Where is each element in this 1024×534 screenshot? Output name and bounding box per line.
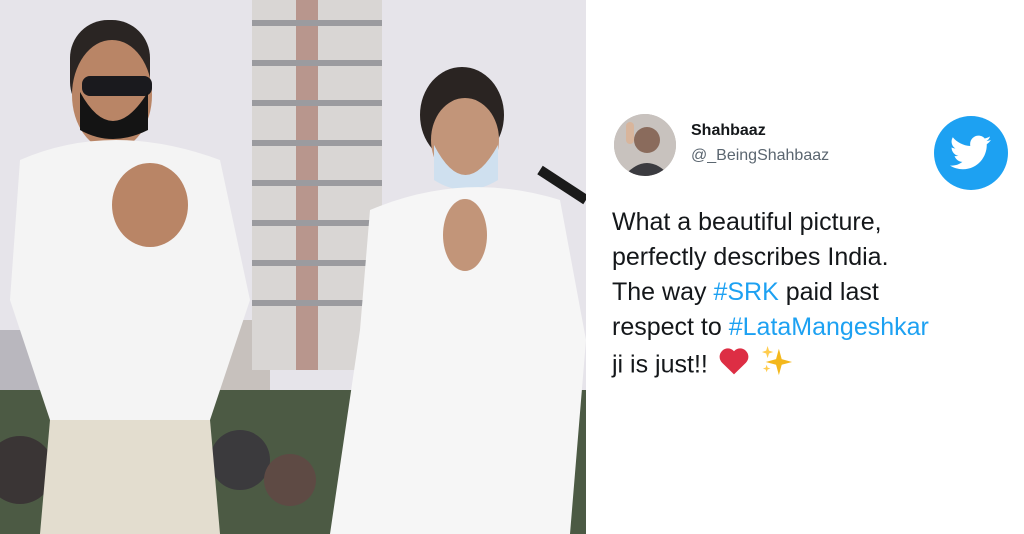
photo-illustration <box>0 0 586 534</box>
tweet-line-2: perfectly describes India. <box>612 243 889 271</box>
red-heart-emoji <box>719 347 749 385</box>
tweet-line-4-prefix: respect to <box>612 313 729 341</box>
user-handle[interactable]: @_BeingShahbaaz <box>691 147 829 165</box>
tweet-line-1: What a beautiful picture, <box>612 208 882 236</box>
avatar-image <box>614 114 676 176</box>
sparkles-emoji <box>760 345 794 387</box>
twitter-bird-icon <box>934 116 1008 190</box>
tweet-line-3-suffix: paid last <box>778 278 879 306</box>
tweet-line-3: The way #SRK paid last <box>612 275 1012 310</box>
tweet-text: What a beautiful picture, perfectly desc… <box>612 205 1012 387</box>
display-name[interactable]: Shahbaaz <box>691 122 766 140</box>
tweet-line-3-prefix: The way <box>612 278 714 306</box>
tweet-card: Shahbaaz @_BeingShahbaaz What a beautifu… <box>586 0 1024 534</box>
tweet-line-5-text: ji is just!! <box>612 350 708 379</box>
hashtag-lata-mangeshkar[interactable]: #LataMangeshkar <box>729 313 929 341</box>
tweet-line-4: respect to #LataMangeshkar <box>612 310 1012 345</box>
news-photo <box>0 0 586 534</box>
tweet-line-5: ji is just!! <box>612 345 1012 387</box>
hashtag-srk[interactable]: #SRK <box>713 278 778 306</box>
avatar[interactable] <box>614 114 676 176</box>
